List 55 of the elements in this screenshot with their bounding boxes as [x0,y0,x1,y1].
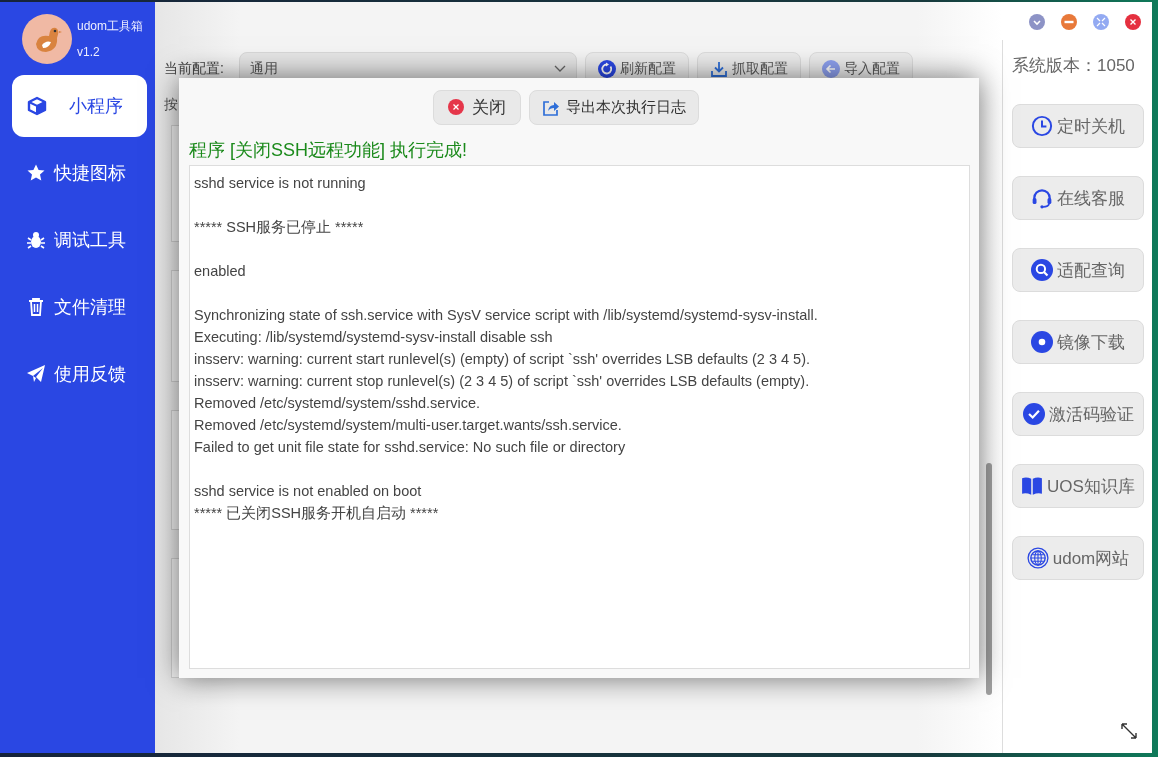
nav-item[interactable]: 文件清理 [12,276,147,338]
headset-icon [1031,187,1053,209]
log-line: Removed /etc/systemd/system/sshd.service. [194,394,481,413]
log-line: insserv: warning: current start runlevel(s) (empty) of script `ssh' overrides LSB defaults (2 3 4 5). [194,350,811,369]
nav-item[interactable]: 调试工具 [12,209,147,271]
log-line: sshd service is not running [194,174,366,193]
minimize-icon[interactable] [1061,14,1077,30]
app-version: v1.2 [77,45,101,59]
config-label: 当前配置: [164,59,225,78]
log-line: Removed /etc/systemd/system/multi-user.target.wants/ssh.service. [194,416,622,435]
log-line: enabled [194,262,246,281]
download-icon [710,59,728,78]
tool-button[interactable]: UOS知识库 [1012,464,1144,508]
star-icon [26,163,46,183]
tool-button[interactable]: 在线客服 [1012,176,1144,220]
tool-button[interactable]: 定时关机 [1012,104,1144,148]
nav-item[interactable]: 快捷图标 [12,142,147,204]
close-button[interactable]: 关闭 [433,90,521,125]
export-log-button[interactable]: 导出本次执行日志 [529,90,699,125]
check-circle-icon [1022,403,1045,425]
tool-button[interactable]: 镜像下载 [1012,320,1144,364]
log-line: insserv: warning: current stop runlevel(s) (2 3 4 5) of script `ssh' overrides LSB defaults (empty). [194,372,810,391]
nav-item[interactable]: 使用反馈 [12,343,147,405]
nav-item[interactable]: 小程序 [12,75,147,137]
resize-icon[interactable] [1119,721,1139,741]
export-icon [542,98,560,117]
trash-icon [26,297,46,317]
app-name: udom工具箱 [77,18,144,35]
disc-icon [1031,331,1053,353]
scrollbar[interactable] [986,463,992,695]
tool-button[interactable]: 适配查询 [1012,248,1144,292]
close-icon [448,98,466,117]
maximize-icon[interactable] [1093,14,1109,30]
cube-icon [27,96,47,116]
collapse-icon[interactable] [1029,14,1045,30]
book-icon [1021,475,1044,497]
dialog-title: 程序 [关闭SSH远程功能] 执行完成! [189,139,468,162]
log-line: sshd service is not enabled on boot [194,482,422,501]
tool-button[interactable]: udom网站 [1012,536,1144,580]
log-line: Failed to get unit file state for sshd.service: No such file or directory [194,438,626,457]
bird-logo-icon [22,13,72,64]
globe-icon [1026,547,1049,569]
log-line: ***** SSH服务已停止 ***** [194,218,364,237]
clock-icon [1031,115,1053,137]
log-line: Executing: /lib/systemd/systemd-sysv-install disable ssh [194,328,553,347]
section-label: 按 [164,96,178,114]
log-line: Synchronizing state of ssh.service with SysV service script with /lib/systemd/systemd-sysv-install. [194,306,818,325]
system-version: 系统版本：1050 [1011,55,1136,77]
chevron-down-icon [554,64,566,73]
close-icon[interactable] [1125,14,1141,30]
tool-button[interactable]: 激活码验证 [1012,392,1144,436]
bug-icon [26,230,46,250]
log-line: ***** 已关闭SSH服务开机自启动 ***** [194,504,439,523]
search-icon [1031,259,1053,281]
paper-plane-icon [26,364,46,384]
